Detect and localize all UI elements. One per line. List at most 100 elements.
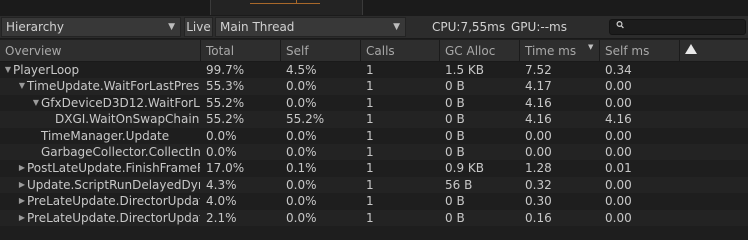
table-row[interactable]: DXGI.WaitOnSwapChain 55.2% 55.2% 1 0 B 4.16 4.…: [0, 111, 748, 128]
row-total-cell: 99.7%: [206, 63, 245, 77]
view-mode-dropdown[interactable]: Hierarchy ▼: [1, 17, 181, 37]
row-gc-cell: 0 B: [445, 79, 465, 94]
row-calls-cell: 1: [366, 144, 374, 159]
profiler-toolbar: Hierarchy ▼ Live Main Thread ▼ CPU:7,55m…: [0, 16, 748, 39]
row-total-cell: 55.2%: [206, 95, 245, 110]
row-self-cell: 0.0%: [286, 177, 317, 192]
row-total-cell: 2.1%: [206, 210, 237, 225]
column-self-ms[interactable]: Self ms: [600, 40, 680, 61]
row-time-cell: 0.00: [525, 144, 552, 159]
row-name: PlayerLoop: [13, 63, 80, 77]
table-row[interactable]: ▶ PreLateUpdate.DirectorUpdat 4.0% 0.0% 1 0 B…: [0, 193, 748, 209]
row-total-cell: 55.2%: [206, 112, 245, 127]
collapse-toggle-icon[interactable]: ▶: [17, 177, 27, 193]
frame-chart-line: [250, 3, 320, 4]
frame-chart-line-tick: [296, 0, 297, 4]
row-self-cell: 0.1%: [286, 161, 317, 176]
row-selfms-cell: 0.00: [605, 194, 632, 209]
row-name-cell: TimeManager.Update: [0, 128, 200, 144]
row-total-cell: 0.0%: [206, 128, 237, 143]
row-time-cell: 0.16: [525, 210, 552, 225]
column-self[interactable]: Self: [281, 40, 361, 61]
row-gc-cell: 0 B: [445, 95, 465, 110]
row-gc-cell: 0.9 KB: [445, 161, 484, 176]
hierarchy-table: ▼ PlayerLoop 99.7% 4.5% 1 1.5 KB 7.52 0.34 ▼ Time…: [0, 62, 748, 226]
expand-toggle-icon[interactable]: ▼: [31, 95, 41, 111]
row-gc-cell: 0 B: [445, 144, 465, 159]
row-time-cell: 1.28: [525, 161, 552, 176]
row-selfms-cell: 0.00: [605, 210, 632, 225]
collapse-toggle-icon[interactable]: ▶: [17, 160, 27, 176]
row-self-cell: 4.5%: [286, 63, 317, 77]
row-self-cell: 0.0%: [286, 79, 317, 94]
row-name: DXGI.WaitOnSwapChain: [55, 112, 200, 127]
row-time-cell: 4.17: [525, 79, 552, 94]
row-gc-cell: 0 B: [445, 194, 465, 209]
expand-toggle-icon[interactable]: ▼: [17, 78, 27, 94]
warning-triangle-icon[interactable]: [685, 44, 697, 54]
row-selfms-cell: 0.00: [605, 128, 632, 143]
table-row[interactable]: ▶ PostLateUpdate.FinishFrameR 17.0% 0.1% 1 0.…: [0, 160, 748, 176]
row-name: TimeUpdate.WaitForLastPrese: [27, 79, 200, 94]
row-calls-cell: 1: [366, 161, 374, 176]
row-selfms-cell: 0.00: [605, 79, 632, 94]
row-name-cell: ▶ PreLateUpdate.DirectorUpdat: [0, 193, 200, 209]
row-calls-cell: 1: [366, 128, 374, 143]
row-name: PostLateUpdate.FinishFrameR: [27, 161, 200, 176]
row-gc-cell: 0 B: [445, 210, 465, 225]
row-selfms-cell: 0.00: [605, 177, 632, 192]
row-calls-cell: 1: [366, 95, 374, 110]
frame-chart-strip[interactable]: [0, 0, 748, 16]
row-self-cell: 0.0%: [286, 210, 317, 225]
collapse-toggle-icon[interactable]: ▶: [17, 193, 27, 209]
row-time-cell: 7.52: [525, 63, 552, 77]
column-gc-alloc[interactable]: GC Alloc: [440, 40, 520, 61]
table-row[interactable]: ▼ PlayerLoop 99.7% 4.5% 1 1.5 KB 7.52 0.34: [0, 62, 748, 78]
table-row[interactable]: ▼ TimeUpdate.WaitForLastPrese 55.3% 0.0% 1 0 …: [0, 78, 748, 95]
chevron-down-icon: ▼: [168, 22, 175, 32]
row-name-cell: ▶ Update.ScriptRunDelayedDyn: [0, 177, 200, 193]
live-toggle-button[interactable]: Live: [184, 17, 213, 37]
cpu-time-readout: CPU:7,55ms: [432, 20, 506, 34]
row-self-cell: 0.0%: [286, 95, 317, 110]
row-gc-cell: 1.5 KB: [445, 63, 484, 77]
row-time-cell: 0.30: [525, 194, 552, 209]
row-total-cell: 55.3%: [206, 79, 245, 94]
expand-toggle-icon[interactable]: ▼: [3, 62, 13, 78]
thread-value: Main Thread: [220, 20, 295, 34]
row-time-cell: 0.32: [525, 177, 552, 192]
row-selfms-cell: 0.00: [605, 95, 632, 110]
collapse-toggle-icon[interactable]: ▶: [17, 210, 27, 226]
row-name-cell: ▼ PlayerLoop: [0, 62, 200, 78]
row-name: Update.ScriptRunDelayedDyn: [27, 177, 200, 192]
thread-dropdown[interactable]: Main Thread ▼: [215, 17, 406, 37]
column-total[interactable]: Total: [201, 40, 281, 61]
column-overview[interactable]: Overview: [0, 40, 201, 61]
row-self-cell: 0.0%: [286, 194, 317, 209]
row-name-cell: DXGI.WaitOnSwapChain: [0, 111, 200, 127]
row-selfms-cell: 0.00: [605, 144, 632, 159]
row-calls-cell: 1: [366, 63, 374, 77]
table-row[interactable]: ▶ PreLateUpdate.DirectorUpdat 2.1% 0.0% 1 0 B…: [0, 209, 748, 226]
table-row[interactable]: GarbageCollector.CollectIn 0.0% 0.0% 1 0 B 0.…: [0, 143, 748, 161]
table-row[interactable]: TimeManager.Update 0.0% 0.0% 1 0 B 0.00 0.00: [0, 128, 748, 144]
row-time-cell: 0.00: [525, 128, 552, 143]
sort-desc-icon: ▼: [588, 43, 594, 51]
row-total-cell: 4.0%: [206, 194, 237, 209]
row-name: GarbageCollector.CollectIn: [41, 144, 200, 159]
column-header-row: Overview Total Self Calls GC Alloc Time …: [0, 40, 748, 62]
table-row[interactable]: ▶ Update.ScriptRunDelayedDyn 4.3% 0.0% 1 56 B…: [0, 176, 748, 194]
search-input[interactable]: [609, 19, 746, 35]
chevron-down-icon: ▼: [393, 22, 400, 32]
search-icon: [616, 19, 624, 32]
gpu-time-readout: GPU:--ms: [511, 20, 567, 34]
row-name-cell: ▶ PostLateUpdate.FinishFrameR: [0, 160, 200, 176]
row-self-cell: 0.0%: [286, 128, 317, 143]
table-row[interactable]: ▼ GfxDeviceD3D12.WaitForLa 55.2% 0.0% 1 0 B 4.…: [0, 95, 748, 111]
row-calls-cell: 1: [366, 194, 374, 209]
row-name: TimeManager.Update: [41, 128, 170, 143]
row-gc-cell: 0 B: [445, 112, 465, 127]
row-calls-cell: 1: [366, 177, 374, 192]
column-calls[interactable]: Calls: [361, 40, 440, 61]
row-selfms-cell: 4.16: [605, 112, 632, 127]
